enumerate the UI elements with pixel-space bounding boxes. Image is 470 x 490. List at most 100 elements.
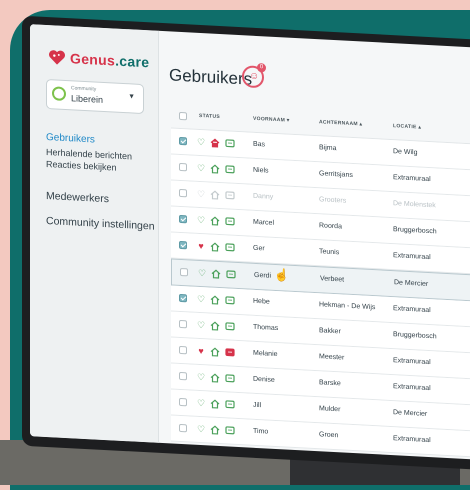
heart-icon: ♡ — [196, 188, 206, 200]
chat-icon — [225, 138, 235, 149]
home-icon — [210, 242, 220, 253]
row-checkbox[interactable] — [179, 136, 187, 146]
community-value: Liberein — [71, 93, 104, 105]
sidebar: Genus.care Community Liberein ▼ Gebruike… — [30, 24, 159, 443]
location-cell: Extramuraal — [393, 357, 431, 367]
first-name-cell: Gerdi — [254, 271, 272, 280]
nav-staff[interactable]: Medewerkers — [46, 190, 109, 205]
row-checkbox[interactable] — [179, 188, 187, 198]
main-content: Gebruikers ☺ 0 STATUS VOORNAAM ▾ ACHTERN… — [159, 31, 470, 460]
first-name-cell: Denise — [253, 375, 275, 384]
location-cell: Extramuraal — [393, 252, 431, 262]
page-title: Gebruikers — [169, 65, 253, 89]
first-name-cell: Danny — [253, 192, 274, 201]
first-name-cell: Bas — [253, 140, 266, 149]
row-checkbox[interactable] — [179, 214, 187, 224]
home-icon — [210, 216, 220, 227]
brand-name: Genus.care — [70, 50, 150, 71]
header-first-name[interactable]: VOORNAAM ▾ — [253, 116, 290, 124]
heart-icon: ♡ — [196, 136, 206, 148]
chat-icon — [225, 164, 235, 175]
row-checkbox[interactable] — [179, 293, 187, 303]
row-checkbox[interactable] — [179, 371, 187, 381]
heart-icon: ♡ — [196, 397, 206, 409]
nav-community-settings[interactable]: Community instellingen — [46, 215, 155, 233]
chat-icon — [225, 425, 235, 436]
row-checkbox[interactable] — [179, 162, 187, 172]
app-screen: Genus.care Community Liberein ▼ Gebruike… — [30, 24, 470, 461]
chat-icon — [225, 190, 235, 201]
home-icon — [210, 295, 220, 306]
select-all-checkbox[interactable] — [179, 111, 187, 121]
chat-icon — [225, 321, 235, 332]
users-table: STATUS VOORNAAM ▾ ACHTERNAAM ▴ LOCATIE ▴… — [171, 103, 470, 460]
location-cell: Extramuraal — [393, 305, 431, 315]
home-icon — [210, 164, 220, 175]
heart-icon: ♡ — [196, 371, 206, 383]
heart-icon: ♡ — [196, 162, 206, 174]
last-name-cell: Verbeet — [320, 275, 345, 284]
header-status: STATUS — [199, 112, 221, 121]
location-cell: De Molenstek — [393, 200, 436, 210]
location-cell: De Mercier — [393, 409, 428, 418]
header-location[interactable]: LOCATIE ▴ — [393, 123, 421, 130]
row-checkbox[interactable] — [179, 319, 187, 329]
last-name-cell: Mulder — [319, 405, 341, 414]
home-icon — [210, 190, 220, 201]
brand-logo[interactable]: Genus.care — [48, 49, 149, 70]
first-name-cell: Melanie — [253, 349, 278, 359]
header-last-name[interactable]: ACHTERNAAM ▴ — [319, 119, 362, 127]
chat-icon — [225, 295, 235, 306]
last-name-cell: Roorda — [319, 222, 342, 231]
home-icon — [210, 399, 220, 410]
location-cell: De Mercier — [394, 279, 429, 288]
heart-icon: ♡ — [196, 293, 206, 305]
last-name-cell: Gerritsjans — [319, 170, 353, 180]
last-name-cell: Grooters — [319, 196, 347, 205]
first-name-cell: Hebe — [253, 297, 270, 306]
heart-icon: ♥ — [198, 240, 204, 252]
chat-icon — [225, 216, 235, 227]
chevron-down-icon: ▼ — [128, 93, 135, 101]
row-checkbox[interactable] — [179, 240, 187, 250]
hand-cursor-icon: ☝ — [274, 267, 289, 283]
home-icon — [210, 138, 220, 149]
home-icon — [210, 321, 220, 332]
notification-badge: 0 — [257, 63, 266, 73]
community-selector[interactable]: Community Liberein ▼ — [46, 78, 144, 115]
heart-icon: ♥ — [198, 345, 204, 357]
chat-icon — [225, 347, 235, 358]
last-name-cell: Hekman - De Wijs — [319, 301, 376, 312]
chat-icon — [226, 269, 236, 280]
last-name-cell: Meester — [319, 353, 345, 362]
first-name-cell: Ger — [253, 244, 265, 253]
location-cell: Extramuraal — [393, 435, 431, 445]
nav-view-reactions[interactable]: Reacties bekijken — [46, 159, 117, 173]
heart-icon: ♡ — [197, 267, 207, 279]
chat-icon — [225, 242, 235, 253]
home-icon — [211, 269, 221, 280]
row-checkbox[interactable] — [179, 345, 187, 355]
user-icon: ☺ — [249, 70, 260, 83]
chat-icon — [225, 373, 235, 384]
heart-icon: ♡ — [196, 214, 206, 226]
home-icon — [210, 373, 220, 384]
location-cell: Bruggerbosch — [393, 226, 437, 236]
last-name-cell: Teunis — [319, 248, 340, 257]
location-cell: Bruggerbosch — [393, 331, 437, 341]
location-cell: Extramuraal — [393, 383, 431, 393]
nav-users[interactable]: Gebruikers — [46, 132, 95, 146]
first-name-cell: Niels — [253, 166, 269, 175]
row-checkbox[interactable] — [179, 423, 187, 433]
row-checkbox[interactable] — [180, 267, 188, 277]
last-name-cell: Bakker — [319, 327, 341, 336]
row-checkbox[interactable] — [179, 397, 187, 407]
add-user-button[interactable]: ☺ 0 — [242, 63, 266, 89]
home-icon — [210, 425, 220, 436]
heart-icon: ♡ — [196, 423, 206, 435]
location-cell: De Wilg — [393, 148, 418, 157]
first-name-cell: Thomas — [253, 323, 279, 333]
monitor: Genus.care Community Liberein ▼ Gebruike… — [22, 15, 470, 471]
last-name-cell: Groen — [319, 431, 339, 440]
heart-logo-icon — [49, 50, 65, 65]
